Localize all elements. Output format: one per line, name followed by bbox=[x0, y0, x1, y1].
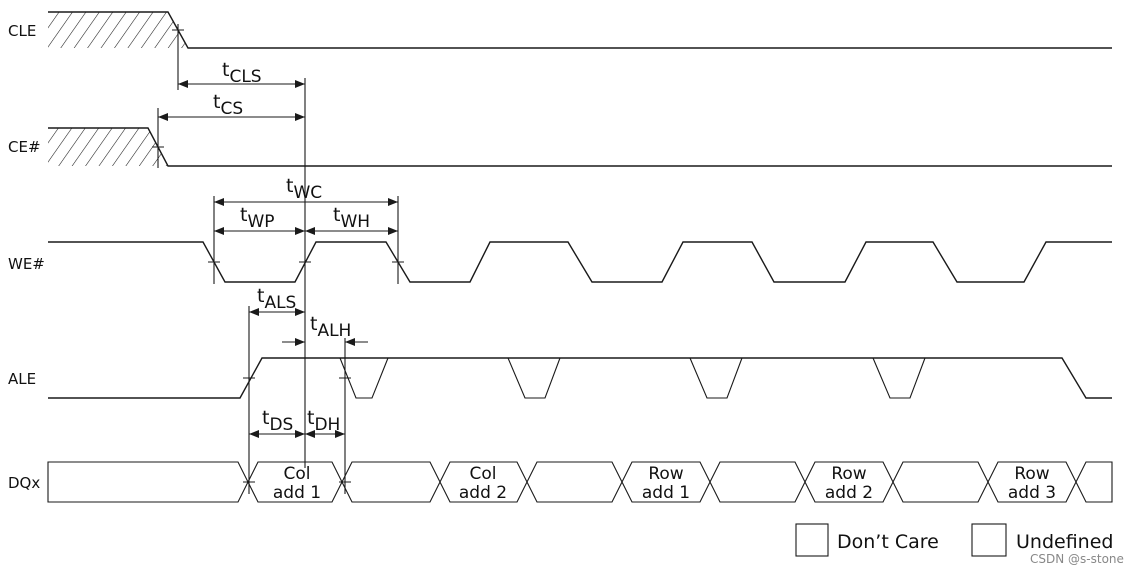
svg-text:add 2: add 2 bbox=[825, 483, 873, 503]
timing-label-twp: tWP bbox=[240, 204, 275, 232]
bus-value-col-add-2: Col add 2 bbox=[439, 461, 528, 503]
bus-value-row-add-3: Row add 3 bbox=[987, 461, 1077, 503]
svg-text:add 1: add 1 bbox=[642, 483, 690, 503]
cle-waveform bbox=[48, 11, 1112, 49]
svg-text:Col: Col bbox=[284, 464, 311, 484]
timing-label-talh: tALH bbox=[310, 313, 351, 341]
svg-text:Row: Row bbox=[1014, 464, 1049, 484]
timing-label-tdh: tDH bbox=[307, 407, 340, 435]
bus-value-row-add-2: Row add 2 bbox=[804, 461, 894, 503]
signal-label-cle: CLE bbox=[8, 22, 36, 40]
timing-arrows bbox=[158, 80, 398, 438]
bus-value-row-add-1: Row add 1 bbox=[621, 461, 711, 503]
signal-label-ale: ALE bbox=[8, 370, 36, 388]
timing-label-twc: tWC bbox=[286, 175, 322, 203]
legend-undefined: Undefined bbox=[1016, 531, 1113, 553]
ce-waveform bbox=[48, 127, 1112, 167]
undefined-swatch bbox=[971, 523, 1007, 557]
dont-care-swatch bbox=[795, 523, 829, 557]
ale-waveform bbox=[48, 357, 1112, 399]
timing-diagram: CLE CE# WE# ALE DQx Col add 1 Col add 2 … bbox=[8, 11, 1124, 566]
signal-label-we: WE# bbox=[8, 255, 45, 273]
we-waveform bbox=[48, 241, 1112, 283]
svg-text:add 3: add 3 bbox=[1008, 483, 1056, 503]
svg-text:Col: Col bbox=[470, 464, 497, 484]
signal-label-dqx: DQx bbox=[8, 474, 40, 492]
svg-text:Row: Row bbox=[648, 464, 683, 484]
timing-label-tds: tDS bbox=[262, 407, 293, 435]
signal-label-ce: CE# bbox=[8, 138, 41, 156]
svg-text:add 1: add 1 bbox=[273, 483, 321, 503]
svg-text:Row: Row bbox=[831, 464, 866, 484]
svg-text:add 2: add 2 bbox=[459, 483, 507, 503]
timing-label-twh: tWH bbox=[333, 204, 370, 232]
timing-label-tcls: tCLS bbox=[222, 59, 262, 87]
watermark: CSDN @s-stone bbox=[1030, 552, 1124, 566]
timing-label-tals: tALS bbox=[257, 285, 296, 313]
timing-label-tcs: tCS bbox=[213, 91, 243, 119]
legend-dont-care: Don’t Care bbox=[837, 531, 939, 553]
bus-value-col-add-1: Col add 1 bbox=[247, 461, 343, 503]
dqx-bus: Col add 1 Col add 2 Row add 1 Row add 2 … bbox=[47, 461, 1113, 503]
